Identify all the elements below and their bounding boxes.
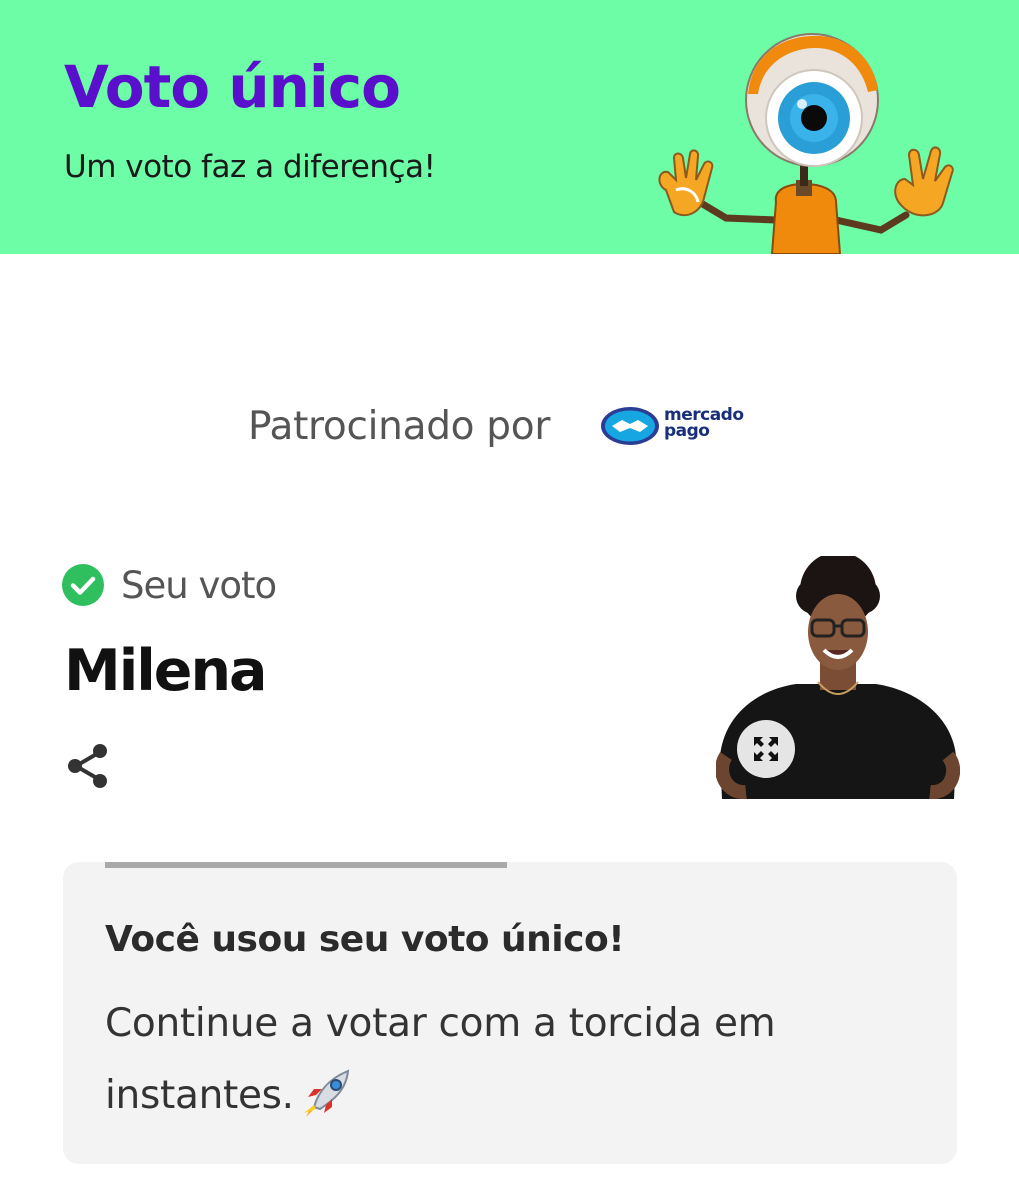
rocket-icon <box>303 1068 349 1117</box>
info-card: Você usou seu voto único! Continue a vot… <box>63 862 957 1164</box>
handshake-icon <box>601 407 659 445</box>
expand-icon <box>754 737 778 761</box>
card-title: Você usou seu voto único! <box>105 919 625 960</box>
sponsor-row: Patrocinado por mercado pago <box>0 400 1019 464</box>
mercado-pago-wordmark: mercado pago <box>664 407 744 441</box>
share-icon[interactable] <box>64 740 116 792</box>
sponsor-label: Patrocinado por <box>248 404 551 449</box>
bbb-eye-mascot-icon <box>658 33 954 254</box>
candidate-name: Milena <box>64 638 267 704</box>
card-body-text: Continue a votar com a torcida em instan… <box>105 1001 776 1118</box>
vote-confirmation-page: Voto único Um voto faz a diferença! Patr… <box>0 0 1019 1200</box>
logo-line-2: pago <box>664 421 710 441</box>
header-banner: Voto único Um voto faz a diferença! <box>0 0 1019 254</box>
page-subtitle: Um voto faz a diferença! <box>64 149 436 185</box>
page-title: Voto único <box>64 53 401 121</box>
vote-status: Seu voto <box>62 562 277 608</box>
progress-bar <box>105 862 508 868</box>
vote-status-label: Seu voto <box>121 563 277 607</box>
check-circle-icon <box>62 564 104 606</box>
expand-photo-button[interactable] <box>737 720 795 778</box>
card-body: Continue a votar com a torcida em instan… <box>105 988 825 1132</box>
mercado-pago-logo[interactable]: mercado pago <box>600 406 752 452</box>
